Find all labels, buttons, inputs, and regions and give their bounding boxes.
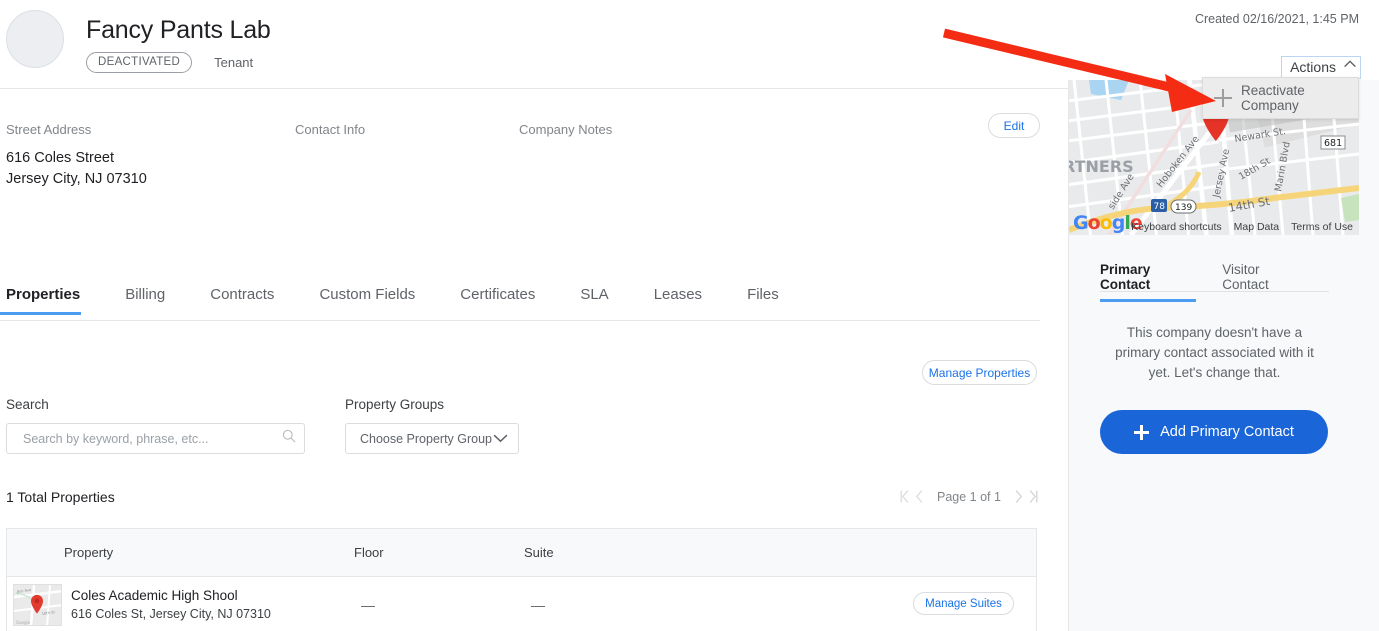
main-tab-bar: Properties Billing Contracts Custom Fiel… [0, 286, 1040, 321]
tab-sla[interactable]: SLA [580, 286, 608, 314]
search-input[interactable] [21, 430, 282, 447]
property-groups-label: Property Groups [345, 397, 445, 412]
right-sidebar: RTNERS Newark St. Hoboken Ave side Ave J… [1068, 80, 1379, 631]
add-primary-contact-button[interactable]: Add Primary Contact [1100, 410, 1328, 454]
contact-info-label: Contact Info [295, 122, 366, 137]
pagination-control: Page 1 of 1 [898, 488, 1040, 505]
keyboard-shortcuts-link[interactable]: Keyboard shortcuts [1131, 221, 1221, 233]
header-meta-row: DEACTIVATED Tenant [86, 52, 253, 73]
contact-tab-bar: Primary Contact Visitor Contact [1100, 262, 1329, 302]
table-row[interactable]: Jkm Ave 18th St Google Coles Academic Hi… [7, 577, 1036, 631]
tab-leases[interactable]: Leases [654, 286, 702, 314]
terms-of-use-link[interactable]: Terms of Use [1291, 221, 1353, 233]
status-badge: DEACTIVATED [86, 52, 193, 73]
svg-text:78: 78 [1154, 202, 1166, 212]
edit-button-label: Edit [1003, 118, 1025, 133]
actions-dropdown-menu[interactable]: Reactivate Company [1202, 77, 1359, 119]
property-groups-select[interactable]: Choose Property Group [345, 423, 519, 454]
next-page-button[interactable] [1012, 488, 1025, 505]
menu-item-reactivate-company[interactable]: Reactivate Company [1241, 83, 1358, 113]
column-header-suite: Suite [524, 545, 554, 560]
previous-page-button[interactable] [913, 488, 926, 505]
tab-files[interactable]: Files [747, 286, 779, 314]
search-field-wrapper[interactable] [6, 423, 305, 454]
cell-floor: — [361, 596, 375, 613]
cell-property: Coles Academic High Shool 616 Coles St, … [71, 586, 361, 624]
first-page-button[interactable] [898, 488, 911, 505]
tab-custom-fields[interactable]: Custom Fields [319, 286, 415, 314]
total-properties-count: 1 Total Properties [6, 489, 115, 505]
chevron-up-icon [1344, 60, 1356, 70]
manage-properties-button[interactable]: Manage Properties [922, 360, 1037, 385]
column-header-property: Property [64, 545, 114, 560]
svg-text:681: 681 [1324, 138, 1342, 149]
chevron-down-icon [493, 430, 508, 448]
map-data-link[interactable]: Map Data [1234, 221, 1280, 233]
last-page-button[interactable] [1027, 488, 1040, 505]
company-notes-label: Company Notes [519, 122, 613, 137]
primary-contact-empty-message: This company doesn't have a primary cont… [1115, 325, 1314, 380]
property-address: 616 Coles St, Jersey City, NJ 07310 [71, 606, 271, 621]
properties-table: Property Floor Suite Jkm Ave 18th St Goo… [6, 528, 1037, 631]
property-map-thumbnail: Jkm Ave 18th St Google [13, 583, 62, 626]
company-type-label: Tenant [214, 55, 254, 70]
company-avatar [6, 10, 64, 68]
street-address-value: 616 Coles Street Jersey City, NJ 07310 [6, 150, 147, 187]
page-indicator: Page 1 of 1 [937, 489, 1001, 504]
plus-icon [1214, 89, 1232, 107]
tab-certificates[interactable]: Certificates [460, 286, 535, 314]
svg-text:139: 139 [1175, 203, 1192, 213]
tab-billing[interactable]: Billing [125, 286, 165, 314]
tab-contracts[interactable]: Contracts [210, 286, 274, 314]
street-address-label: Street Address [6, 122, 92, 137]
search-icon [282, 429, 296, 448]
cell-suite: — [531, 596, 545, 613]
tab-visitor-contact[interactable]: Visitor Contact [1222, 262, 1303, 301]
property-groups-selected-value: Choose Property Group [360, 431, 493, 446]
column-header-floor: Floor [354, 545, 384, 560]
svg-text:Google: Google [16, 620, 31, 625]
map-attribution-bar: Keyboard shortcuts Map Data Terms of Use [1069, 218, 1359, 235]
edit-button[interactable]: Edit [988, 113, 1040, 138]
company-info-row: Street Address Contact Info Company Note… [0, 108, 1040, 238]
svg-text:RTNERS: RTNERS [1069, 157, 1134, 176]
actions-button-label: Actions [1290, 59, 1336, 75]
add-primary-contact-label: Add Primary Contact [1160, 424, 1294, 440]
manage-properties-label: Manage Properties [928, 365, 1031, 380]
page-title: Fancy Pants Lab [86, 16, 271, 44]
search-label: Search [6, 397, 49, 412]
created-timestamp: Created 02/16/2021, 1:45 PM [1194, 12, 1359, 26]
tab-properties[interactable]: Properties [0, 286, 82, 315]
actions-dropdown-button[interactable]: Actions [1281, 56, 1361, 79]
company-detail-page: Fancy Pants Lab DEACTIVATED Tenant Creat… [0, 0, 1379, 631]
manage-suites-label: Manage Suites [925, 597, 1002, 610]
manage-suites-button[interactable]: Manage Suites [913, 592, 1014, 615]
property-name: Coles Academic High Shool [71, 587, 238, 603]
tab-primary-contact[interactable]: Primary Contact [1100, 262, 1197, 302]
table-header-row: Property Floor Suite [7, 529, 1036, 577]
page-header: Fancy Pants Lab DEACTIVATED Tenant Creat… [0, 0, 1379, 89]
plus-icon [1134, 424, 1150, 440]
